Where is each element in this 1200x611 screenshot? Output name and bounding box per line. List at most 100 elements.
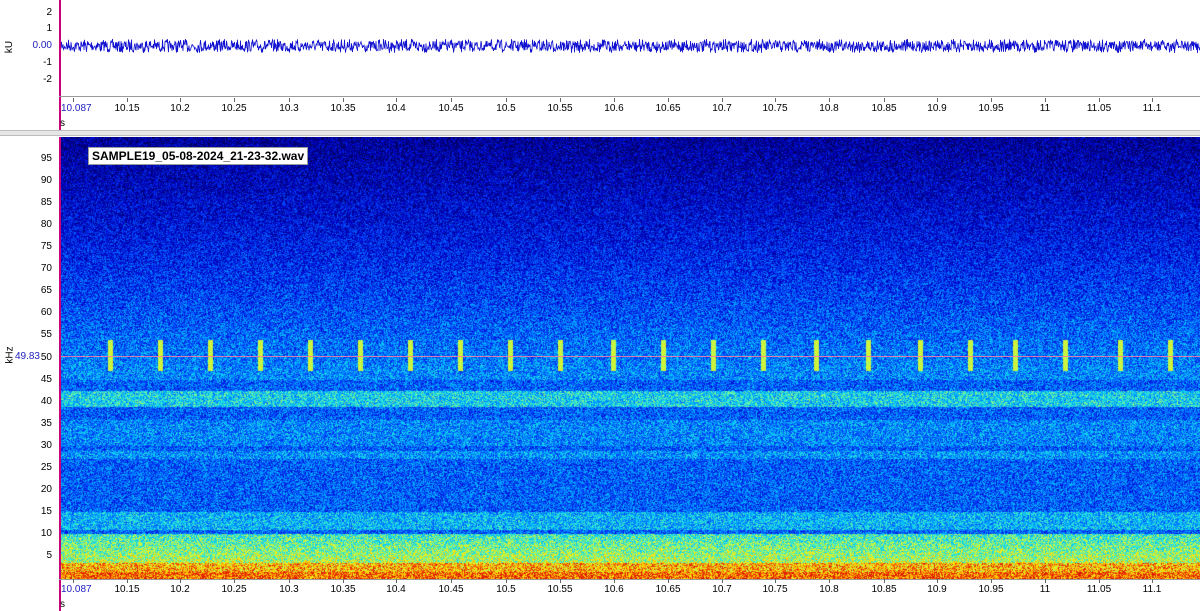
x-tick-label: 10.15 (114, 103, 140, 114)
x-tick-label: 10.5 (496, 584, 516, 595)
file-name-label: SAMPLE19_05-08-2024_21-23-32.wav (88, 147, 309, 165)
x-tick-label: 10.75 (762, 584, 788, 595)
x-tick-mark (73, 98, 74, 102)
x-tick-label: 10.6 (604, 103, 624, 114)
spectrogram-x-axis-line (59, 579, 1200, 580)
x-tick-mark (73, 579, 74, 583)
y-tick-label: 50 (40, 351, 52, 363)
x-tick-label: 10.8 (819, 103, 839, 114)
x-tick-label: 10.9 (927, 584, 947, 595)
x-tick-label: 11.05 (1086, 103, 1112, 114)
y-tick-label: 40 (40, 395, 52, 407)
x-tick-mark (560, 579, 561, 583)
y-tick-label: 5 (46, 550, 52, 561)
x-tick-mark (127, 579, 128, 583)
y-tick-label: 75 (40, 241, 52, 253)
x-tick-mark (289, 579, 290, 583)
y-tick-label: 60 (40, 307, 52, 319)
x-tick-label: 10.6 (604, 584, 624, 595)
x-tick-label: 10.25 (221, 103, 247, 114)
x-tick-label: 10.7 (712, 584, 732, 595)
y-tick-label: 85 (40, 197, 52, 209)
y-tick-label: 15 (40, 505, 52, 517)
y-tick-label: 30 (40, 439, 52, 451)
x-tick-mark (343, 98, 344, 102)
frequency-cursor-line[interactable] (60, 356, 1200, 357)
x-tick-mark (343, 579, 344, 583)
x-tick-mark (180, 98, 181, 102)
x-tick-label: 11 (1039, 103, 1051, 114)
x-tick-label: 10.3 (279, 103, 299, 114)
x-tick-mark (775, 98, 776, 102)
y-tick-label: 2 (46, 7, 52, 18)
x-tick-mark (829, 98, 830, 102)
x-tick-mark (668, 579, 669, 583)
x-tick-mark (668, 98, 669, 102)
x-tick-mark (506, 579, 507, 583)
waveform-x-axis-line (59, 96, 1200, 97)
x-tick-label: 10.5 (496, 103, 516, 114)
x-tick-label: 10.7 (712, 103, 732, 114)
x-tick-label: 10.25 (221, 584, 247, 595)
x-tick-label: 11.1 (1142, 103, 1162, 114)
x-tick-mark (884, 579, 885, 583)
x-tick-mark (1099, 579, 1100, 583)
x-tick-label: 10.95 (978, 103, 1004, 114)
y-tick-label: 0.00 (32, 40, 52, 51)
y-tick-label: 70 (40, 263, 52, 275)
waveform-x-unit: s (60, 118, 65, 129)
x-tick-label: 10.85 (871, 584, 897, 595)
y-tick-label: 25 (40, 461, 52, 473)
y-tick-label: 45 (40, 373, 52, 385)
panel-splitter[interactable] (0, 130, 1200, 136)
x-tick-mark (722, 98, 723, 102)
x-tick-mark (1152, 98, 1153, 102)
x-tick-mark (127, 98, 128, 102)
x-tick-label: 10.75 (762, 103, 788, 114)
x-tick-mark (937, 579, 938, 583)
x-tick-label: 11 (1039, 584, 1051, 595)
spectrogram-image (60, 137, 1200, 579)
x-tick-mark (180, 579, 181, 583)
x-tick-label: 10.9 (927, 103, 947, 114)
x-tick-mark (451, 98, 452, 102)
spectrogram-plot[interactable] (60, 137, 1200, 579)
x-tick-mark (289, 98, 290, 102)
y-tick-label: 20 (40, 483, 52, 495)
x-tick-mark (506, 98, 507, 102)
waveform-plot[interactable] (59, 0, 1200, 96)
x-tick-label: 10.087 (61, 584, 92, 595)
x-tick-mark (234, 98, 235, 102)
x-tick-label: 10.15 (114, 584, 140, 595)
x-tick-mark (829, 579, 830, 583)
x-tick-mark (234, 579, 235, 583)
x-tick-mark (614, 98, 615, 102)
x-tick-mark (614, 579, 615, 583)
waveform-trace (59, 38, 1200, 54)
x-tick-mark (1152, 579, 1153, 583)
y-tick-label: 80 (40, 219, 52, 231)
y-tick-label: -2 (43, 74, 52, 85)
x-tick-label: 10.95 (978, 584, 1004, 595)
x-tick-label: 10.3 (279, 584, 299, 595)
x-tick-label: 11.1 (1142, 584, 1162, 595)
x-tick-label: 10.4 (386, 103, 406, 114)
x-tick-label: 10.45 (438, 103, 464, 114)
x-tick-label: 10.55 (547, 584, 573, 595)
x-tick-mark (775, 579, 776, 583)
x-tick-mark (1099, 98, 1100, 102)
x-tick-label: 10.45 (438, 584, 464, 595)
x-tick-label: 10.35 (330, 584, 356, 595)
x-tick-label: 10.8 (819, 584, 839, 595)
x-tick-mark (396, 579, 397, 583)
x-tick-label: 11.05 (1086, 584, 1112, 595)
y-tick-label: 95 (40, 153, 52, 164)
waveform-line (59, 38, 1200, 54)
x-tick-label: 10.65 (655, 584, 681, 595)
y-tick-label: 10 (40, 527, 52, 539)
spectrogram-y-axis-line (59, 137, 61, 611)
y-tick-label: 35 (40, 417, 52, 429)
x-tick-label: 10.2 (170, 103, 190, 114)
x-tick-mark (937, 98, 938, 102)
y-tick-label: 65 (40, 285, 52, 297)
